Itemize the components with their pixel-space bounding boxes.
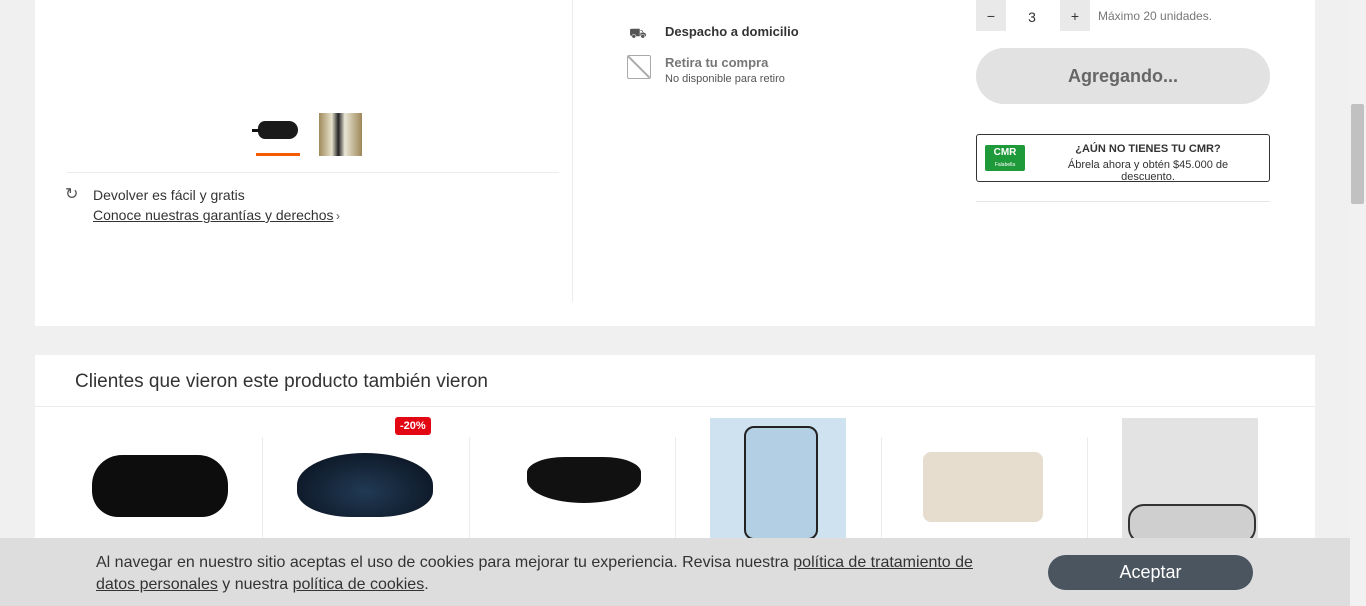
product-image-6[interactable] bbox=[1122, 418, 1258, 548]
product-image-3[interactable] bbox=[527, 457, 641, 503]
cookie-policy-link[interactable]: política de cookies bbox=[293, 576, 425, 593]
divider bbox=[976, 201, 1270, 202]
cmr-promo-banner[interactable]: CMR Falabella ¿AÚN NO TIENES TU CMR? Ábre… bbox=[976, 134, 1270, 183]
delivery-label: Despacho a domicilio bbox=[665, 24, 799, 39]
recommendations-title: Clientes que vieron este producto tambié… bbox=[75, 371, 488, 392]
return-icon: ↻ bbox=[65, 186, 79, 203]
cmr-logo: CMR Falabella bbox=[985, 145, 1025, 171]
cmr-promo-subtitle: Ábrela ahora y obtén $45.000 de descuent… bbox=[1067, 159, 1229, 183]
pickup-label: Retira tu compra bbox=[665, 55, 769, 70]
bag-thumbnail-image bbox=[252, 121, 298, 139]
scrollbar-track[interactable] bbox=[1350, 0, 1366, 606]
column-divider bbox=[572, 0, 573, 302]
store-unavailable-icon bbox=[627, 55, 651, 79]
card-divider bbox=[262, 437, 263, 547]
product-image-2[interactable] bbox=[297, 453, 433, 517]
accept-cookies-button[interactable]: Aceptar bbox=[1048, 555, 1253, 590]
cookie-message: Al navegar en nuestro sitio aceptas el u… bbox=[96, 554, 973, 593]
model-thumbnail-image bbox=[318, 112, 362, 156]
product-panel: ↻ Devolver es fácil y gratis Conoce nues… bbox=[35, 0, 1315, 326]
divider bbox=[35, 406, 1315, 407]
quantity-decrease-button[interactable]: − bbox=[976, 0, 1006, 31]
product-image-4[interactable] bbox=[710, 418, 846, 548]
divider bbox=[67, 172, 559, 173]
product-image-5[interactable] bbox=[923, 452, 1043, 522]
truck-icon: ⛟ bbox=[629, 25, 647, 41]
scrollbar-thumb[interactable] bbox=[1351, 104, 1364, 204]
cookie-banner: Al navegar en nuestro sitio aceptas el u… bbox=[0, 538, 1350, 606]
card-divider bbox=[881, 437, 882, 547]
cmr-promo-title: ¿AÚN NO TIENES TU CMR? bbox=[1075, 143, 1221, 155]
thumbnail-2[interactable] bbox=[318, 112, 362, 156]
chevron-right-icon: › bbox=[336, 209, 340, 223]
product-image-1[interactable] bbox=[92, 455, 228, 517]
discount-badge: -20% bbox=[395, 417, 431, 435]
card-divider bbox=[675, 437, 676, 547]
return-title: Devolver es fácil y gratis bbox=[93, 187, 245, 203]
thumbnail-1[interactable] bbox=[252, 112, 300, 156]
quantity-max-note: Máximo 20 unidades. bbox=[1098, 9, 1213, 23]
add-to-cart-button[interactable]: Agregando... bbox=[976, 48, 1270, 104]
card-divider bbox=[1087, 437, 1088, 547]
card-divider bbox=[469, 437, 470, 547]
pickup-status: No disponible para retiro bbox=[665, 73, 785, 85]
guarantees-link[interactable]: Conoce nuestras garantías y derechos bbox=[93, 207, 333, 223]
quantity-increase-button[interactable]: + bbox=[1060, 0, 1090, 31]
thumbnail-strip bbox=[252, 112, 362, 156]
quantity-value[interactable]: 3 bbox=[1012, 9, 1052, 25]
